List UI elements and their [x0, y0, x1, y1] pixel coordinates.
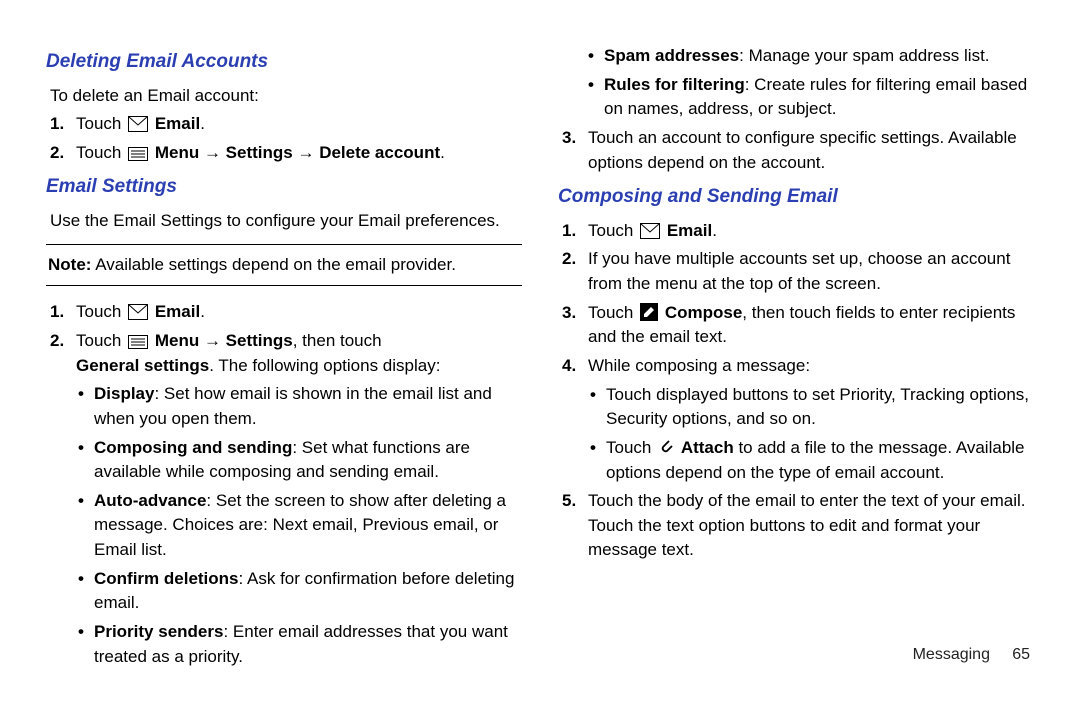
step-text: Touch the body of the email to enter the… [588, 491, 1026, 559]
note-box: Note: Available settings depend on the e… [46, 244, 522, 287]
list-item: Confirm deletions: Ask for confirmation … [76, 567, 522, 616]
manual-page: Deleting Email Accounts To delete an Ema… [0, 0, 1080, 640]
step-text: Touch an account to configure specific s… [588, 128, 1017, 172]
item-text: Touch [606, 438, 656, 457]
step: If you have multiple accounts set up, ch… [558, 247, 1034, 296]
list-item: Spam addresses: Manage your spam address… [586, 44, 1034, 69]
step-text: Touch [588, 221, 638, 240]
bold-label: Delete account [319, 143, 440, 162]
intro-text: To delete an Email account: [50, 84, 522, 109]
bold-label: Priority senders [94, 622, 223, 641]
step-text: If you have multiple accounts set up, ch… [588, 249, 1010, 293]
menu-icon [128, 335, 148, 349]
dot: . [200, 114, 205, 133]
attach-icon [658, 438, 674, 456]
step-text: Touch [76, 331, 126, 350]
step-text: While composing a message: [588, 356, 810, 375]
bold-label: Email [155, 302, 200, 321]
list-item: Auto-advance: Set the screen to show aft… [76, 489, 522, 563]
step: Touch Menu → Settings → Delete account. [46, 141, 522, 166]
footer-page: 65 [1012, 646, 1030, 663]
note-text: Available settings depend on the email p… [91, 255, 456, 274]
bullet-list: Display: Set how email is shown in the e… [76, 382, 522, 669]
bold-label: Email [667, 221, 712, 240]
step-text: , then touch [293, 331, 382, 350]
heading-deleting: Deleting Email Accounts [46, 48, 522, 76]
step: Touch an account to configure specific s… [558, 126, 1034, 175]
dot: . [200, 302, 205, 321]
dot: . [712, 221, 717, 240]
list-item: Composing and sending: Set what function… [76, 436, 522, 485]
email-icon [128, 116, 148, 132]
intro-text: Use the Email Settings to configure your… [50, 209, 522, 234]
bold-label: Menu [155, 331, 199, 350]
item-text: Touch displayed buttons to set Priority,… [606, 385, 1029, 429]
bold-label: Settings [226, 143, 293, 162]
bold-label: Compose [665, 303, 742, 322]
bold-label: Attach [681, 438, 734, 457]
bold-label: Spam addresses [604, 46, 739, 65]
step-text: Touch [76, 302, 126, 321]
list-item: Rules for filtering: Create rules for fi… [586, 73, 1034, 122]
bold-label: Menu [155, 143, 199, 162]
step-text: Touch [588, 303, 638, 322]
steps-settings: Touch Email. Touch Menu → Settings, then… [46, 300, 522, 669]
dot: . [440, 143, 445, 162]
list-item: Display: Set how email is shown in the e… [76, 382, 522, 431]
heading-composing: Composing and Sending Email [558, 183, 1034, 211]
steps-delete: Touch Email. Touch Menu → Settings → Del… [46, 112, 522, 165]
bold-label: Confirm deletions [94, 569, 239, 588]
item-text: : Manage your spam address list. [739, 46, 989, 65]
bold-label: Rules for filtering [604, 75, 745, 94]
bold-label: Settings [226, 331, 293, 350]
bullet-list: Spam addresses: Manage your spam address… [586, 44, 1034, 122]
steps-continued: Touch an account to configure specific s… [558, 126, 1034, 175]
item-text: : Set how email is shown in the email li… [94, 384, 492, 428]
step-text: Touch [76, 143, 126, 162]
menu-icon [128, 147, 148, 161]
bold-label: Display [94, 384, 154, 403]
steps-compose: Touch Email. If you have multiple accoun… [558, 219, 1034, 563]
step: Touch Email. [558, 219, 1034, 244]
heading-settings: Email Settings [46, 173, 522, 201]
right-column: Spam addresses: Manage your spam address… [540, 40, 1040, 630]
step: Touch Compose, then touch fields to ente… [558, 301, 1034, 350]
bold-label: Email [155, 114, 200, 133]
compose-icon [640, 303, 658, 321]
step: Touch the body of the email to enter the… [558, 489, 1034, 563]
bold-label: General settings [76, 356, 209, 375]
bold-label: Composing and sending [94, 438, 292, 457]
bullet-list: Touch displayed buttons to set Priority,… [588, 383, 1034, 486]
list-item: Priority senders: Enter email addresses … [76, 620, 522, 669]
bold-label: Auto-advance [94, 491, 206, 510]
footer-section: Messaging [913, 646, 990, 663]
list-item: Touch displayed buttons to set Priority,… [588, 383, 1034, 432]
step: Touch Email. [46, 112, 522, 137]
step-text: Touch [76, 114, 126, 133]
note-label: Note: [48, 255, 91, 274]
left-column: Deleting Email Accounts To delete an Ema… [40, 40, 540, 630]
step: While composing a message: Touch display… [558, 354, 1034, 485]
step-text: . The following options display: [209, 356, 440, 375]
step: Touch Menu → Settings, then touch Genera… [46, 329, 522, 669]
email-icon [640, 223, 660, 239]
email-icon [128, 304, 148, 320]
step: Touch Email. [46, 300, 522, 325]
list-item: Touch Attach to add a file to the messag… [588, 436, 1034, 485]
